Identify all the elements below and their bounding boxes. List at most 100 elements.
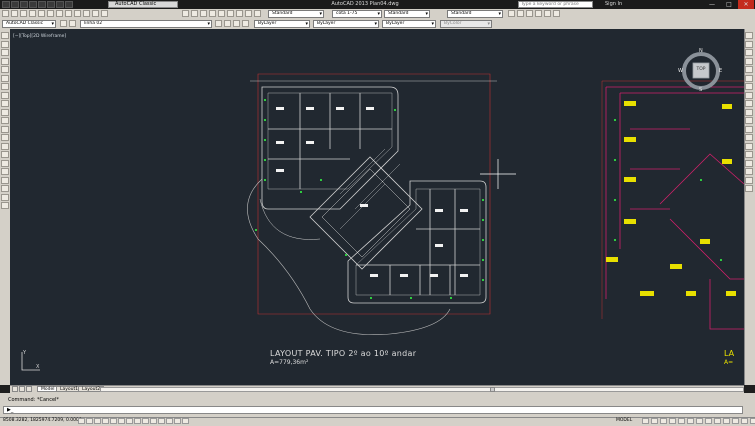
layer-unisolate-icon[interactable] <box>242 20 249 27</box>
draw-tool-1-icon[interactable] <box>1 32 9 39</box>
horizontal-scrollbar[interactable] <box>100 387 744 392</box>
modify-tool-13-icon[interactable] <box>745 134 753 141</box>
save-icon[interactable] <box>29 1 37 8</box>
new-icon[interactable] <box>11 1 19 8</box>
workspace-dropdown[interactable]: AutoCAD Classic <box>108 1 178 8</box>
toolbar-tool-10-icon[interactable] <box>83 10 90 17</box>
draw-tool-5-icon[interactable] <box>1 66 9 73</box>
tray-tool-icon[interactable] <box>741 418 748 424</box>
draw-tool-20-icon[interactable] <box>1 193 9 201</box>
toolbar-tool-17-icon[interactable] <box>218 10 225 17</box>
toolbar-tool-26-icon[interactable] <box>544 10 551 17</box>
help-search-input[interactable]: Type a keyword or phrase <box>518 1 593 8</box>
toolbar-tool-6-icon[interactable] <box>47 10 54 17</box>
drawing-viewport[interactable] <box>10 29 744 385</box>
tray-tool-icon[interactable] <box>705 418 712 424</box>
minimize-button[interactable]: — <box>704 0 720 9</box>
toolbar-tool-25-icon[interactable] <box>535 10 542 17</box>
modify-tool-8-icon[interactable] <box>745 91 753 99</box>
draw-tool-15-icon[interactable] <box>1 151 9 158</box>
modify-tool-1-icon[interactable] <box>745 32 753 39</box>
modify-tool-16-icon[interactable] <box>745 159 753 167</box>
toolbar-tool-18-icon[interactable] <box>227 10 234 17</box>
coordinates-readout[interactable]: 8508.3282, 1825974.7209, 0.0000 <box>3 418 82 423</box>
tab-prev-arrow-icon[interactable] <box>19 386 25 392</box>
toolbar-tool-27-icon[interactable] <box>553 10 560 17</box>
toolbar-tool-14-icon[interactable] <box>191 10 198 17</box>
dim-style-dropdown[interactable]: cota 1-75 <box>332 10 382 18</box>
sign-in-link[interactable]: Sign In <box>605 1 622 8</box>
status-toggle-13-icon[interactable] <box>174 418 181 424</box>
modify-tool-11-icon[interactable] <box>745 117 753 124</box>
tray-tool-icon[interactable] <box>678 418 685 424</box>
tab-first-arrow-icon[interactable] <box>12 386 18 392</box>
maximize-button[interactable]: □ <box>721 0 737 9</box>
draw-tool-7-icon[interactable] <box>1 83 9 90</box>
modify-tool-3-icon[interactable] <box>745 49 753 56</box>
mleader-style-dropdown[interactable]: Standard <box>447 10 503 18</box>
viewcube[interactable]: N S W E TOP <box>678 48 724 94</box>
toolbar-tool-7-icon[interactable] <box>56 10 63 17</box>
undo-icon[interactable] <box>56 1 64 8</box>
open-icon[interactable] <box>20 1 28 8</box>
toolbar-tool-12-icon[interactable] <box>101 10 108 17</box>
toolbar-tool-11-icon[interactable] <box>92 10 99 17</box>
toolbar-tool-9-icon[interactable] <box>74 10 81 17</box>
tray-tool-icon[interactable] <box>723 418 730 424</box>
lineweight-dropdown[interactable]: ByLayer <box>382 20 436 28</box>
modify-tool-15-icon[interactable] <box>745 151 753 158</box>
draw-tool-9-icon[interactable] <box>1 100 9 107</box>
plot-style-dropdown[interactable]: ByColor <box>440 20 492 28</box>
modify-tool-4-icon[interactable] <box>745 57 753 65</box>
toolbar-tool-5-icon[interactable] <box>38 10 45 17</box>
draw-tool-3-icon[interactable] <box>1 49 9 56</box>
plot-icon[interactable] <box>47 1 55 8</box>
workspaces-dropdown[interactable]: AutoCAD Classic <box>2 20 56 28</box>
layer-properties-icon[interactable] <box>60 20 67 27</box>
layer-isolate-icon[interactable] <box>233 20 240 27</box>
tray-tool-icon[interactable] <box>660 418 667 424</box>
status-toggle-4-icon[interactable] <box>102 418 109 424</box>
tray-tool-icon[interactable] <box>732 418 739 424</box>
toolbar-tool-16-icon[interactable] <box>209 10 216 17</box>
toolbar-tool-4-icon[interactable] <box>29 10 36 17</box>
toolbar-tool-24-icon[interactable] <box>526 10 533 17</box>
draw-tool-2-icon[interactable] <box>1 40 9 48</box>
compass-north-label[interactable]: N <box>699 48 703 54</box>
scrollbar-thumb[interactable] <box>490 387 495 392</box>
draw-tool-8-icon[interactable] <box>1 91 9 99</box>
tab-next-arrow-icon[interactable] <box>26 386 32 392</box>
layer-dropdown[interactable]: linha 02 <box>80 20 212 28</box>
tray-tool-icon[interactable] <box>642 418 649 424</box>
toolbar-tool-19-icon[interactable] <box>236 10 243 17</box>
tray-tool-icon[interactable] <box>750 418 755 424</box>
compass-east-label[interactable]: E <box>719 68 722 74</box>
toolbar-tool-23-icon[interactable] <box>517 10 524 17</box>
modify-tool-2-icon[interactable] <box>745 40 753 48</box>
draw-tool-18-icon[interactable] <box>1 176 9 184</box>
toolbar-tool-2-icon[interactable] <box>11 10 18 17</box>
status-toggle-11-icon[interactable] <box>158 418 165 424</box>
model-space-toggle[interactable]: MODEL <box>616 418 632 423</box>
toolbar-tool-1-icon[interactable] <box>2 10 9 17</box>
draw-tool-21-icon[interactable] <box>1 202 9 209</box>
tray-tool-icon[interactable] <box>651 418 658 424</box>
draw-tool-17-icon[interactable] <box>1 168 9 175</box>
compass-south-label[interactable]: S <box>699 87 702 93</box>
close-button[interactable]: ✕ <box>738 0 754 9</box>
draw-tool-13-icon[interactable] <box>1 134 9 141</box>
app-menu-icon[interactable] <box>2 1 10 8</box>
status-toggle-5-icon[interactable] <box>110 418 117 424</box>
toolbar-tool-13-icon[interactable] <box>182 10 189 17</box>
viewport-controls-label[interactable]: [−][Top][2D Wireframe] <box>13 34 66 39</box>
status-toggle-1-icon[interactable] <box>78 418 85 424</box>
draw-tool-10-icon[interactable] <box>1 108 9 116</box>
make-current-layer-icon[interactable] <box>215 20 222 27</box>
modify-tool-14-icon[interactable] <box>745 142 753 150</box>
modify-tool-12-icon[interactable] <box>745 125 753 133</box>
layer-previous-icon[interactable] <box>224 20 231 27</box>
toolbar-tool-3-icon[interactable] <box>20 10 27 17</box>
draw-tool-19-icon[interactable] <box>1 185 9 192</box>
toolbar-tool-15-icon[interactable] <box>200 10 207 17</box>
status-toggle-6-icon[interactable] <box>118 418 125 424</box>
